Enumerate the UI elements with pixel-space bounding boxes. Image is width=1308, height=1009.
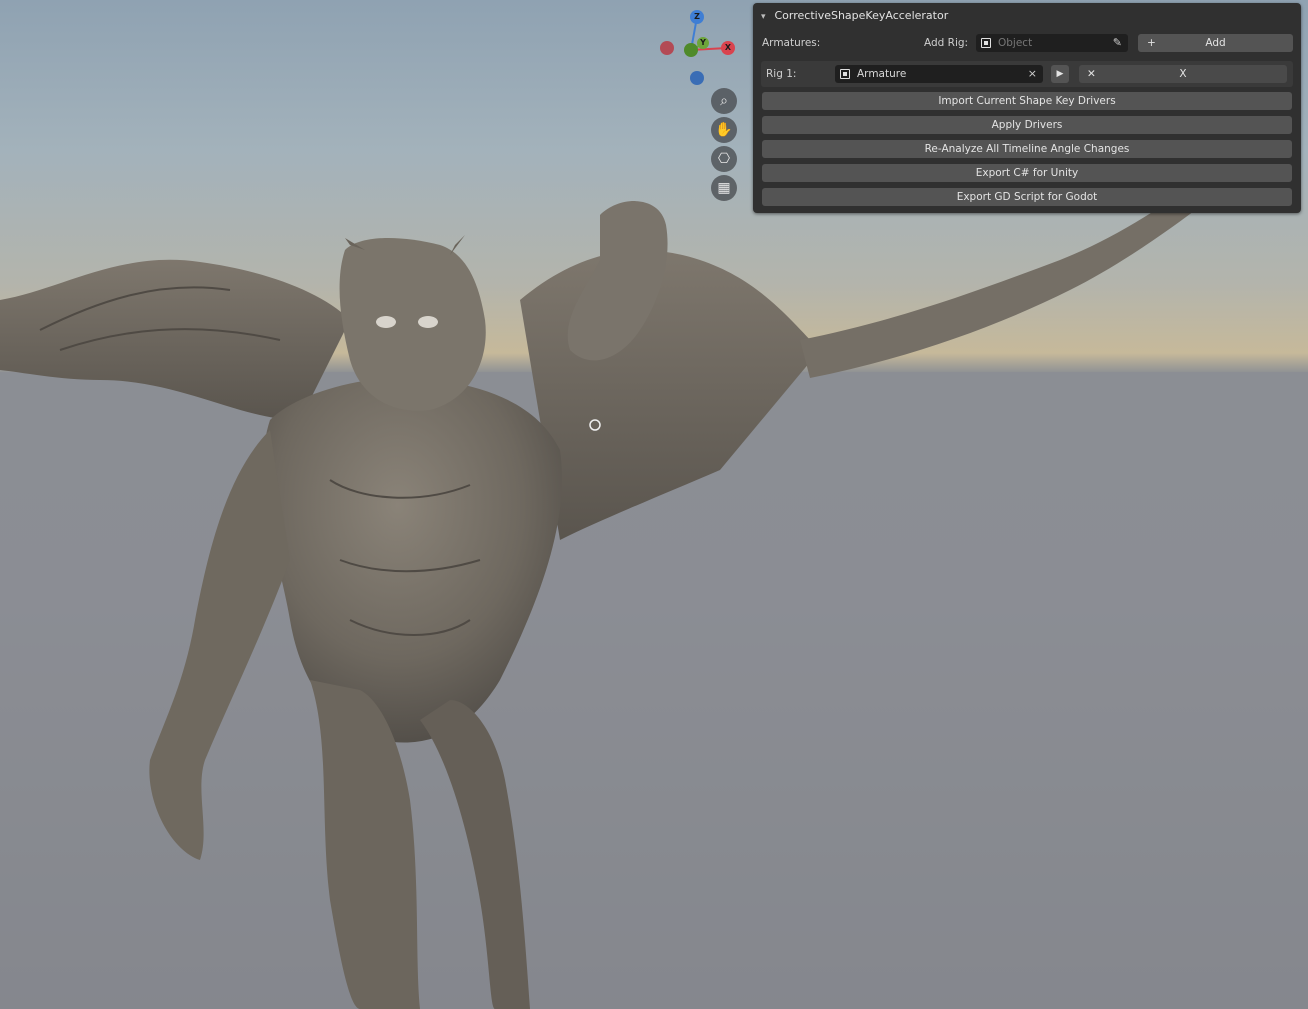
pan-hand-icon[interactable]: ✋ xyxy=(711,117,737,143)
camera-icon[interactable]: ⎔ xyxy=(711,146,737,172)
panel-header[interactable]: ▾ CorrectiveShapeKeyAccelerator xyxy=(761,8,948,24)
armatures-label: Armatures: xyxy=(762,37,821,49)
clear-armature-icon[interactable]: × xyxy=(1028,65,1037,83)
play-button[interactable]: ▶ xyxy=(1051,65,1069,83)
rig-label: Rig 1: xyxy=(766,68,797,80)
object-picker-field[interactable]: Object ✎ xyxy=(976,34,1128,52)
apply-drivers-button[interactable]: Apply Drivers xyxy=(762,116,1292,134)
remove-rig-button[interactable]: ✕ X xyxy=(1079,65,1287,83)
grid-icon[interactable]: ▦ xyxy=(711,175,737,201)
neg-x-axis-dot[interactable] xyxy=(660,41,674,55)
remove-x-icon: ✕ xyxy=(1087,68,1096,80)
zoom-icon[interactable]: ⌕ xyxy=(711,88,737,114)
eyedropper-icon[interactable]: ✎ xyxy=(1113,34,1122,52)
armature-value: Armature xyxy=(857,68,907,80)
armature-object-icon xyxy=(840,69,850,79)
z-axis-dot[interactable]: Z xyxy=(690,10,704,24)
rig-row: Rig 1: Armature × ▶ ✕ X xyxy=(761,61,1293,87)
armature-field[interactable]: Armature × xyxy=(835,65,1043,83)
panel-title: CorrectiveShapeKeyAccelerator xyxy=(774,9,949,22)
neg-y-axis-dot[interactable] xyxy=(684,43,698,57)
plus-icon: + xyxy=(1147,37,1156,49)
object-icon xyxy=(981,38,991,48)
remove-rig-label: X xyxy=(1179,68,1187,80)
import-drivers-button[interactable]: Import Current Shape Key Drivers xyxy=(762,92,1292,110)
neg-z-axis-dot[interactable] xyxy=(690,71,704,85)
add-button-label: Add xyxy=(1205,37,1226,49)
chevron-down-icon[interactable]: ▾ xyxy=(761,9,771,25)
object-placeholder: Object xyxy=(998,37,1033,49)
navigation-gizmo[interactable]: Z Y X xyxy=(655,6,745,96)
x-axis-dot[interactable]: X xyxy=(721,41,735,55)
corrective-shape-key-panel: ▾ CorrectiveShapeKeyAccelerator Armature… xyxy=(753,3,1301,213)
y-axis-dot[interactable]: Y xyxy=(697,37,709,49)
add-rig-label: Add Rig: xyxy=(924,37,969,49)
export-godot-button[interactable]: Export GD Script for Godot xyxy=(762,188,1292,206)
add-rig-button[interactable]: + Add xyxy=(1138,34,1293,52)
reanalyze-button[interactable]: Re-Analyze All Timeline Angle Changes xyxy=(762,140,1292,158)
export-unity-button[interactable]: Export C# for Unity xyxy=(762,164,1292,182)
